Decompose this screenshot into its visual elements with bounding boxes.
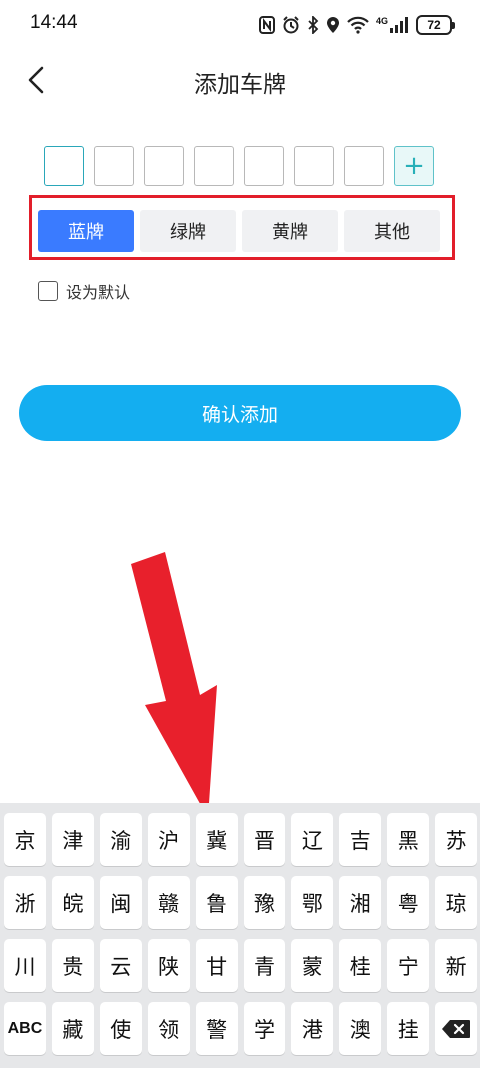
key-ling[interactable]: 领 bbox=[147, 1002, 190, 1055]
key-ning[interactable]: 宁 bbox=[387, 939, 430, 992]
plate-cell-7[interactable] bbox=[344, 146, 384, 186]
key-yu-chongqing[interactable]: 渝 bbox=[99, 813, 142, 866]
key-liao[interactable]: 辽 bbox=[291, 813, 334, 866]
plate-type-blue[interactable]: 蓝牌 bbox=[38, 210, 134, 252]
key-gui-guangxi[interactable]: 桂 bbox=[339, 939, 382, 992]
plate-cell-5[interactable] bbox=[244, 146, 284, 186]
keyboard-row-2: 浙 皖 闽 赣 鲁 豫 鄂 湘 粤 琼 bbox=[3, 876, 478, 929]
keyboard-row-3: 川 贵 云 陕 甘 青 蒙 桂 宁 新 bbox=[3, 939, 478, 992]
key-zhe[interactable]: 浙 bbox=[4, 876, 46, 929]
plate-cell-2[interactable] bbox=[94, 146, 134, 186]
key-chuan[interactable]: 川 bbox=[4, 939, 46, 992]
key-xin[interactable]: 新 bbox=[435, 939, 478, 992]
key-jing-police[interactable]: 警 bbox=[195, 1002, 238, 1055]
wifi-icon bbox=[347, 16, 369, 34]
status-bar: 14:44 4G 72 bbox=[0, 0, 480, 52]
page-title: 添加车牌 bbox=[194, 72, 286, 98]
province-keyboard: 京 津 渝 沪 冀 晋 辽 吉 黑 苏 浙 皖 闽 赣 鲁 豫 鄂 湘 粤 琼 … bbox=[0, 803, 480, 1068]
nfc-icon bbox=[258, 16, 275, 34]
key-hu[interactable]: 沪 bbox=[147, 813, 190, 866]
status-icons: 4G 72 bbox=[258, 14, 455, 36]
backspace-icon bbox=[442, 1019, 471, 1038]
key-gan-gansu[interactable]: 甘 bbox=[195, 939, 238, 992]
nav-bar: 添加车牌 bbox=[0, 52, 480, 108]
key-xiang[interactable]: 湘 bbox=[339, 876, 382, 929]
key-zang[interactable]: 藏 bbox=[51, 1002, 94, 1055]
network-type-label: 4G bbox=[375, 16, 388, 26]
key-ji-jilin[interactable]: 吉 bbox=[339, 813, 382, 866]
plate-type-yellow[interactable]: 黄牌 bbox=[242, 210, 338, 252]
keyboard-row-4: ABC 藏 使 领 警 学 港 澳 挂 bbox=[3, 1002, 478, 1055]
key-gui-guizhou[interactable]: 贵 bbox=[51, 939, 94, 992]
set-default-checkbox[interactable] bbox=[38, 281, 58, 301]
bluetooth-icon bbox=[308, 16, 319, 34]
key-ao[interactable]: 澳 bbox=[339, 1002, 382, 1055]
keyboard-row-1: 京 津 渝 沪 冀 晋 辽 吉 黑 苏 bbox=[3, 813, 478, 866]
status-time: 14:44 bbox=[30, 12, 78, 33]
key-yue[interactable]: 粤 bbox=[387, 876, 430, 929]
key-min[interactable]: 闽 bbox=[99, 876, 142, 929]
key-gan-jiangxi[interactable]: 赣 bbox=[147, 876, 190, 929]
key-yu-henan[interactable]: 豫 bbox=[243, 876, 286, 929]
key-ji-hebei[interactable]: 冀 bbox=[195, 813, 238, 866]
set-default-label: 设为默认 bbox=[66, 283, 131, 302]
key-jing[interactable]: 京 bbox=[4, 813, 46, 866]
plate-input-row: + bbox=[44, 146, 434, 186]
confirm-add-button[interactable]: 确认添加 bbox=[19, 385, 461, 441]
key-qing[interactable]: 青 bbox=[243, 939, 286, 992]
plate-cell-3[interactable] bbox=[144, 146, 184, 186]
key-gang[interactable]: 港 bbox=[291, 1002, 334, 1055]
key-qiong[interactable]: 琼 bbox=[435, 876, 478, 929]
key-lu[interactable]: 鲁 bbox=[195, 876, 238, 929]
key-shi[interactable]: 使 bbox=[99, 1002, 142, 1055]
set-default-row[interactable]: 设为默认 bbox=[38, 279, 130, 303]
add-plate-cell-button[interactable]: + bbox=[394, 146, 434, 186]
backspace-key[interactable] bbox=[435, 1002, 478, 1055]
plate-type-green[interactable]: 绿牌 bbox=[140, 210, 236, 252]
key-jin-shanxi[interactable]: 晋 bbox=[243, 813, 286, 866]
battery-icon: 72 bbox=[416, 15, 455, 35]
key-meng[interactable]: 蒙 bbox=[291, 939, 334, 992]
plate-type-other[interactable]: 其他 bbox=[344, 210, 440, 252]
key-jin-tianjin[interactable]: 津 bbox=[51, 813, 94, 866]
key-xue[interactable]: 学 bbox=[243, 1002, 286, 1055]
plate-cell-6[interactable] bbox=[294, 146, 334, 186]
key-e[interactable]: 鄂 bbox=[291, 876, 334, 929]
key-hei[interactable]: 黑 bbox=[387, 813, 430, 866]
key-shan[interactable]: 陕 bbox=[147, 939, 190, 992]
signal-icon bbox=[390, 17, 408, 33]
alarm-icon bbox=[283, 16, 299, 34]
location-icon bbox=[326, 17, 339, 33]
plate-type-selector: 蓝牌 绿牌 黄牌 其他 bbox=[38, 210, 440, 252]
key-abc-switch[interactable]: ABC bbox=[4, 1002, 46, 1055]
key-yun[interactable]: 云 bbox=[99, 939, 142, 992]
battery-level: 72 bbox=[427, 18, 441, 32]
key-wan[interactable]: 皖 bbox=[51, 876, 94, 929]
plate-cell-4[interactable] bbox=[194, 146, 234, 186]
plate-cell-1[interactable] bbox=[44, 146, 84, 186]
key-su[interactable]: 苏 bbox=[435, 813, 478, 866]
key-gua[interactable]: 挂 bbox=[387, 1002, 430, 1055]
